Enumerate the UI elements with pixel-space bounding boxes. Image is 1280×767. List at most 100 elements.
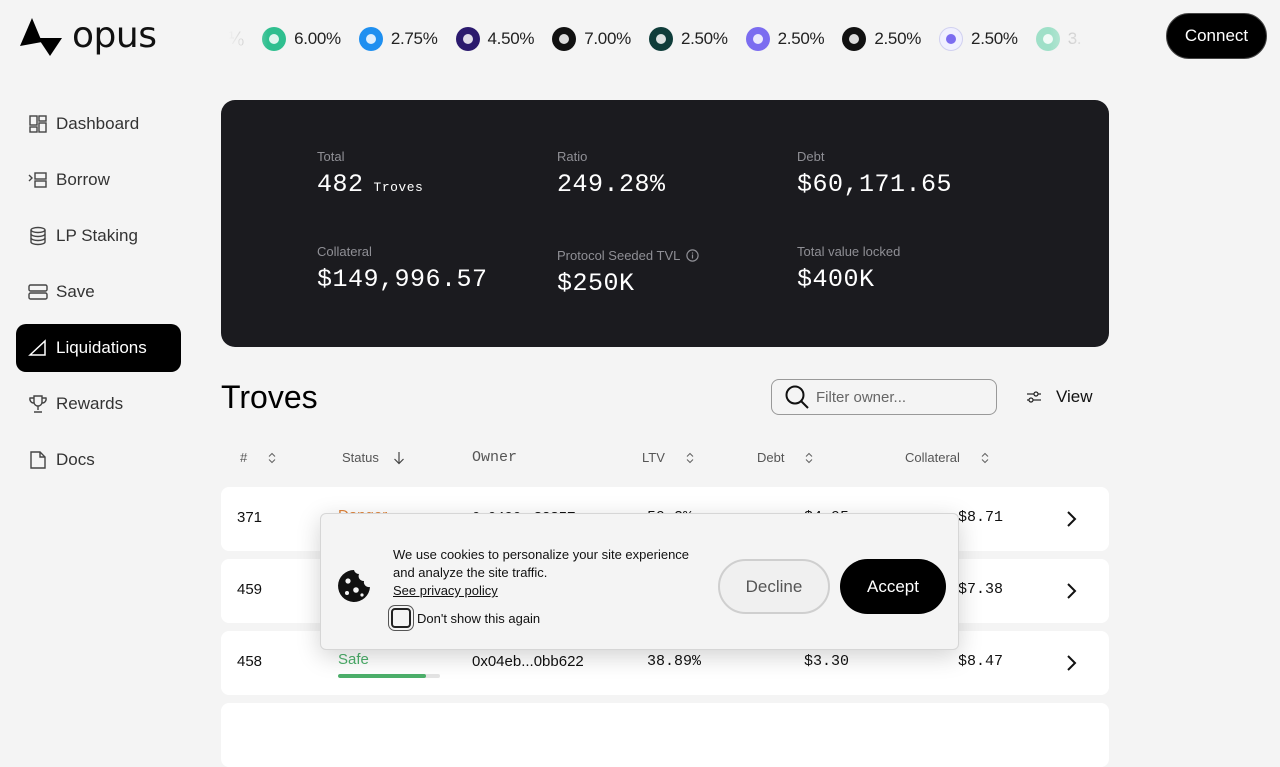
- decline-button[interactable]: Decline: [718, 559, 830, 614]
- droplet-token-icon: [358, 27, 383, 51]
- sidebar-item-dashboard[interactable]: Dashboard: [16, 100, 181, 148]
- stat-collateral: Collateral $149,996.57: [317, 244, 488, 294]
- ticker-rate: 2.50%: [874, 29, 922, 48]
- borrow-icon: [28, 170, 48, 190]
- trove-ltv: 38.89%: [647, 653, 702, 670]
- cookie-consent-dialog: We use cookies to personalize your site …: [320, 513, 959, 650]
- trove-id: 371: [237, 509, 263, 526]
- search-icon: [785, 385, 809, 409]
- stat-total-value: 482: [317, 170, 364, 199]
- sidebar-item-label: Liquidations: [56, 338, 147, 357]
- stat-debt: Debt $60,171.65: [797, 149, 952, 199]
- liquidations-icon: [28, 338, 48, 358]
- stat-tvl: Total value locked $400K: [797, 244, 900, 294]
- sidebar-item-rewards[interactable]: Rewards: [16, 380, 181, 428]
- sidebar-item-label: Rewards: [56, 394, 124, 413]
- column-header-index[interactable]: #: [240, 450, 277, 465]
- filter-owner-field[interactable]: [771, 379, 997, 415]
- column-header-ltv[interactable]: LTV: [642, 450, 695, 465]
- token-glyph: [559, 34, 570, 44]
- chevron-right-icon[interactable]: [1063, 507, 1081, 536]
- logo[interactable]: opus: [18, 16, 157, 56]
- ticker-fade-left: [228, 20, 268, 58]
- ticker-item: 4.50%: [455, 27, 535, 51]
- connect-button[interactable]: Connect: [1166, 13, 1267, 59]
- stat-total-unit: Troves: [373, 180, 424, 195]
- stat-tvl-value: $400K: [797, 265, 875, 294]
- table-row-partial[interactable]: [221, 703, 1109, 767]
- column-header-collateral[interactable]: Collateral: [905, 450, 990, 465]
- stat-tvl-label: Total value locked: [797, 244, 901, 259]
- token-glyph: [946, 34, 957, 44]
- dont-show-again-checkbox[interactable]: [391, 608, 411, 628]
- sidebar-item-docs[interactable]: Docs: [16, 436, 181, 484]
- ticker-rate: 6.00%: [294, 29, 341, 48]
- ticker-item: 2.50%: [939, 27, 1018, 51]
- trove-collateral: $8.47: [958, 653, 1004, 670]
- sidebar-item-liquidations[interactable]: Liquidations: [16, 324, 181, 372]
- accept-button[interactable]: Accept: [840, 559, 946, 614]
- stat-collateral-value: $149,996.57: [317, 265, 488, 294]
- sidebar: Dashboard Borrow LP Staking Save Liquidation…: [16, 100, 181, 492]
- stat-debt-value: $60,171.65: [797, 170, 953, 199]
- ticker-item: 2.50%: [842, 27, 921, 51]
- column-ltv-label: LTV: [642, 450, 665, 465]
- chevron-right-icon[interactable]: [1063, 651, 1081, 680]
- stat-collateral-label: Collateral: [317, 244, 372, 259]
- dashboard-icon: [28, 114, 48, 134]
- ticker-item: 6.00%: [262, 27, 341, 51]
- stat-seeded-tvl: Protocol Seeded TVL $250K: [557, 248, 700, 298]
- ticker-rate: 2.50%: [971, 29, 1018, 48]
- sort-icon: [268, 452, 276, 463]
- filter-owner-input[interactable]: [816, 388, 986, 406]
- chevron-right-icon[interactable]: [1063, 579, 1081, 608]
- stat-total: Total 482 Troves: [317, 149, 423, 199]
- column-header-debt[interactable]: Debt: [757, 450, 814, 465]
- trove-collateral: $7.38: [958, 581, 1004, 598]
- sidebar-item-label: Borrow: [56, 170, 110, 189]
- infinity-token-icon: [455, 27, 480, 51]
- ticker-item: 2.50%: [648, 27, 728, 51]
- column-collateral-label: Collateral: [905, 450, 960, 465]
- sort-icon: [686, 452, 694, 463]
- stat-ratio-label: Ratio: [557, 149, 588, 164]
- bitcoin-black-icon: [842, 27, 867, 51]
- trove-health-fill: [338, 674, 426, 678]
- token-glyph: [365, 34, 376, 44]
- stat-total-label: Total: [317, 149, 345, 164]
- trove-id: 459: [237, 581, 263, 598]
- view-options-button[interactable]: View: [1026, 380, 1093, 414]
- trophy-icon: [28, 394, 48, 414]
- stat-seeded-tvl-value: $250K: [557, 269, 635, 298]
- stat-ratio-value: 249.28%: [557, 170, 666, 199]
- troves-title: Troves: [221, 379, 318, 415]
- sort-icon: [981, 452, 989, 463]
- sidebar-item-label: Docs: [56, 450, 95, 469]
- ticker-item: 7.00%: [552, 27, 631, 51]
- cookie-message: We use cookies to personalize your site …: [393, 547, 690, 580]
- dont-show-again-option[interactable]: Don't show this again: [391, 608, 540, 628]
- bitcoin-purple-icon: [745, 27, 770, 51]
- stat-seeded-tvl-label: Protocol Seeded TVL: [557, 248, 681, 263]
- save-icon: [28, 282, 48, 302]
- privacy-policy-link[interactable]: See privacy policy: [393, 583, 498, 598]
- ticker-rate: 2.50%: [777, 29, 825, 48]
- ticker-fade-right: [1050, 20, 1096, 58]
- token-glyph: [655, 34, 666, 44]
- document-icon: [28, 450, 48, 470]
- sidebar-item-label: LP Staking: [56, 226, 138, 245]
- sidebar-item-save[interactable]: Save: [16, 268, 181, 316]
- troves-table-header: # Status Owner LTV Debt Collateral: [221, 444, 1109, 474]
- sidebar-item-label: Save: [56, 282, 95, 301]
- ticker-rate: 2.75%: [390, 29, 438, 48]
- ticker-item: 2.50%: [745, 27, 825, 51]
- stat-debt-label: Debt: [797, 149, 825, 164]
- sidebar-item-borrow[interactable]: Borrow: [16, 156, 181, 204]
- column-header-status[interactable]: Status: [342, 450, 405, 465]
- ticker-item: 2.75%: [358, 27, 438, 51]
- sidebar-item-lp-staking[interactable]: LP Staking: [16, 212, 181, 260]
- rates-ticker: ⅟₀6.00%2.75%4.50%7.00%2.50%2.50%2.50%2.5…: [228, 22, 1094, 56]
- sidebar-item-label: Dashboard: [56, 114, 140, 133]
- database-icon: [28, 226, 48, 246]
- info-icon[interactable]: [686, 249, 700, 262]
